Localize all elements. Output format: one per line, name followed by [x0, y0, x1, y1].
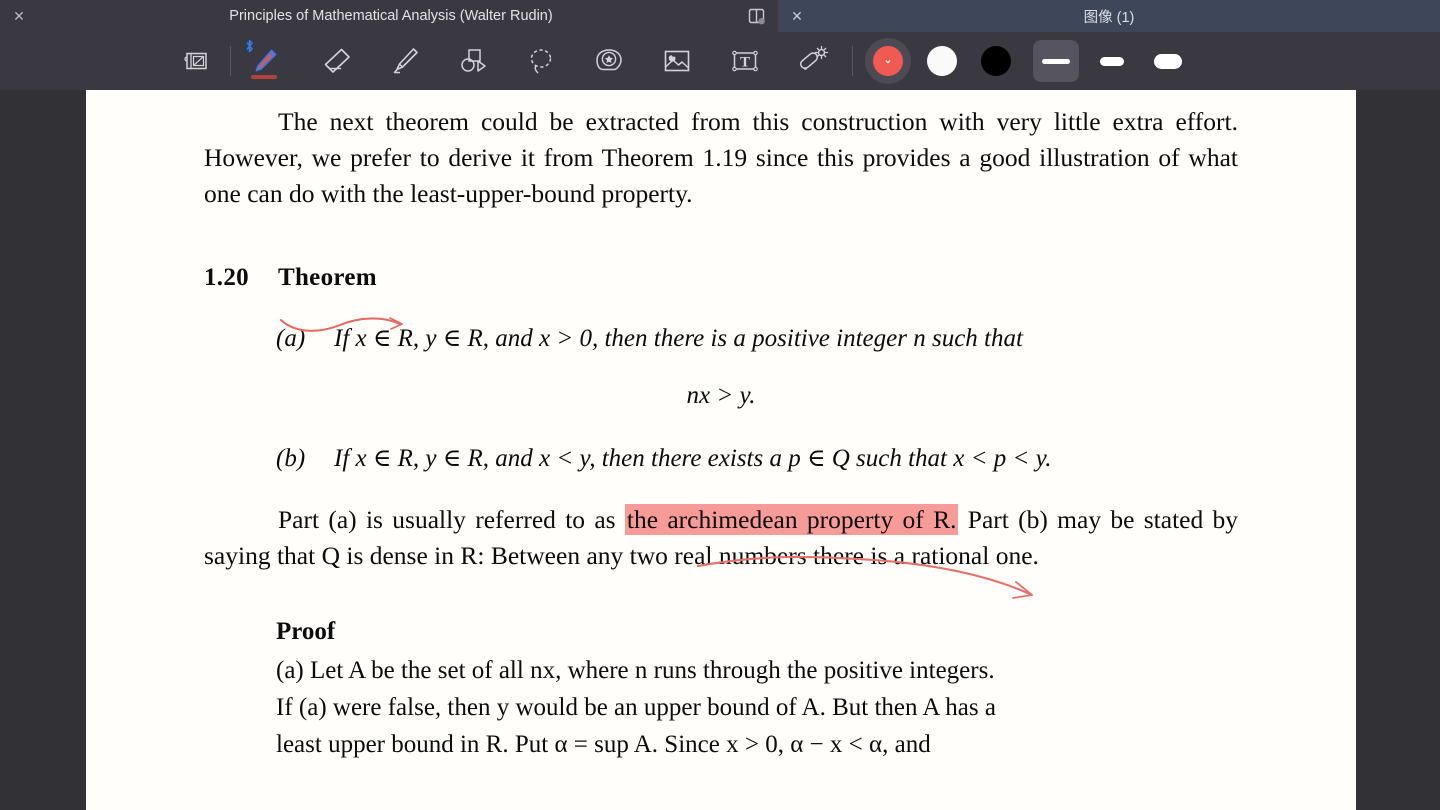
chevron-down-icon: ⌄	[883, 55, 893, 66]
bluetooth-icon	[245, 39, 254, 53]
tab-image[interactable]: ✕ 图像 (1)	[778, 0, 1440, 32]
color-red[interactable]: ⌄	[865, 38, 911, 84]
text-box-icon[interactable]: T	[722, 38, 768, 84]
tab-close-button[interactable]: ✕	[0, 0, 38, 32]
proof-heading: Proof	[276, 618, 336, 645]
eraser-icon[interactable]	[314, 38, 360, 84]
split-view-icon[interactable]	[744, 5, 770, 27]
stroke-thin[interactable]	[1033, 40, 1079, 82]
sticker-icon[interactable]	[586, 38, 632, 84]
theorem-item-b: (b) If x ∈ R, y ∈ R, and x < y, then ther…	[276, 442, 1238, 476]
stroke-medium-bar	[1100, 56, 1124, 66]
theorem-item-b-text: If x ∈ R, y ∈ R, and x < y, then there e…	[334, 445, 1052, 472]
theorem-label: Theorem	[278, 264, 377, 291]
theorem-number: 1.20	[204, 264, 249, 291]
page-layout-icon[interactable]	[173, 38, 219, 84]
stroke-medium[interactable]	[1089, 40, 1135, 82]
toolbar-divider-1	[230, 46, 231, 76]
color-white[interactable]	[919, 38, 965, 84]
theorem-item-a: (a) If x ∈ R, y ∈ R, and x > 0, then ther…	[276, 322, 1238, 356]
paragraph-archimedean-before: Part (a) is usually referred to as	[278, 505, 625, 534]
pen-active-indicator	[251, 75, 277, 79]
shapes-icon[interactable]	[450, 38, 496, 84]
color-red-swatch: ⌄	[873, 46, 903, 76]
tab-document[interactable]: ✕ Principles of Mathematical Analysis (W…	[0, 0, 778, 32]
annotation-toolbar: T ⌄	[0, 32, 1440, 90]
theorem-equation: nx > y.	[686, 382, 756, 409]
paragraph-intro: The next theorem could be extracted from…	[204, 107, 1238, 208]
pen-icon[interactable]	[242, 38, 288, 84]
theorem-item-a-label: (a)	[276, 325, 306, 352]
lasso-select-icon[interactable]	[518, 38, 564, 84]
proof-line-2: If (a) were false, then y would be an up…	[276, 694, 996, 721]
tab-bar: ✕ Principles of Mathematical Analysis (W…	[0, 0, 1440, 32]
proof-line-3: least upper bound in R. Put α = sup A. S…	[276, 731, 931, 758]
stroke-thick[interactable]	[1145, 40, 1191, 82]
theorem-item-a-text: If x ∈ R, y ∈ R, and x > 0, then there i…	[334, 325, 1023, 352]
tab-title: Principles of Mathematical Analysis (Wal…	[229, 8, 553, 24]
page-content: The next theorem could be extracted from…	[86, 90, 1356, 763]
toolbar-divider-2	[852, 46, 853, 76]
proof-body: (a) Let A be the set of all nx, where n …	[276, 652, 1238, 763]
stroke-thick-bar	[1154, 53, 1182, 69]
highlighted-phrase-text: the archimedean property of R.	[626, 505, 957, 534]
highlighter-icon[interactable]	[382, 38, 428, 84]
insert-image-icon[interactable]	[654, 38, 700, 84]
svg-text:T: T	[740, 55, 750, 71]
color-black-swatch	[981, 46, 1011, 76]
theorem-heading: 1.20 Theorem	[204, 260, 1356, 296]
app-root: ✕ Principles of Mathematical Analysis (W…	[0, 0, 1440, 810]
tab-close-button-2[interactable]: ✕	[778, 0, 816, 32]
document-page[interactable]: The next theorem could be extracted from…	[86, 90, 1356, 810]
magic-wand-icon[interactable]	[790, 38, 836, 84]
color-white-swatch	[927, 46, 957, 76]
stroke-thin-bar	[1042, 58, 1070, 64]
tab-title-2: 图像 (1)	[1083, 9, 1135, 26]
theorem-item-b-label: (b)	[276, 445, 306, 472]
color-black[interactable]	[973, 38, 1019, 84]
proof-line-1: (a) Let A be the set of all nx, where n …	[276, 657, 995, 684]
paragraph-archimedean: Part (a) is usually referred to as the a…	[204, 502, 1238, 574]
highlighted-phrase: the archimedean property of R.	[624, 504, 959, 535]
